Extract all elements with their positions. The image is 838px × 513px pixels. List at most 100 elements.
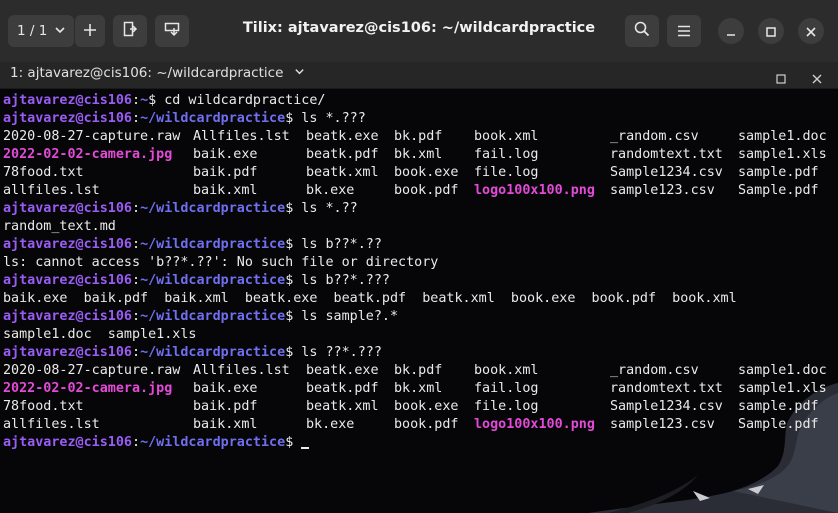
file-entry: bk.pdf bbox=[394, 129, 443, 144]
prompt-separator: : bbox=[132, 345, 141, 360]
terminal-cursor bbox=[301, 447, 310, 449]
listing-row: 2022-02-02-camera.jpg baik.exe beatk.pdf bk… bbox=[3, 380, 827, 398]
command-text: ls b??*.??? bbox=[293, 273, 390, 288]
output-text: random_text.md bbox=[3, 219, 116, 234]
chevron-down-icon bbox=[54, 24, 66, 40]
hamburger-menu-icon bbox=[677, 22, 691, 41]
search-icon bbox=[634, 21, 650, 41]
prompt-user: ajtavarez@cis106 bbox=[3, 237, 132, 252]
file-entry: 2022-02-02-camera.jpg bbox=[3, 381, 173, 396]
maximize-terminal-icon[interactable] bbox=[776, 69, 786, 88]
command-text: ls *.??? bbox=[293, 111, 366, 126]
prompt-symbol: $ bbox=[148, 93, 157, 108]
file-entry: book.pdf bbox=[394, 417, 459, 432]
add-terminal-button[interactable] bbox=[75, 15, 105, 47]
file-entry: bk.xml bbox=[394, 381, 443, 396]
search-button[interactable] bbox=[625, 15, 659, 47]
file-entry: allfiles.lst bbox=[3, 183, 100, 198]
prompt-line: ajtavarez@cis106:~/wildcardpractice$ ls … bbox=[3, 272, 737, 290]
file-entry: Allfiles.lst bbox=[193, 129, 290, 144]
output-text: ls: cannot access 'b??*.??': No such fil… bbox=[3, 255, 439, 270]
command-text: ls ??*.??? bbox=[293, 345, 382, 360]
file-entry: book.exe bbox=[394, 399, 459, 414]
file-entry: beatk.exe bbox=[306, 363, 379, 378]
file-entry: _random.csv bbox=[610, 363, 699, 378]
terminal-tab[interactable]: 1: ajtavarez@cis106: ~/wildcardpractice bbox=[10, 65, 305, 81]
prompt-separator: : bbox=[132, 93, 141, 108]
file-entry: baik.xml bbox=[193, 183, 258, 198]
prompt-path: ~ bbox=[140, 93, 149, 108]
file-entry: allfiles.lst bbox=[3, 417, 100, 432]
file-entry: bk.xml bbox=[394, 147, 443, 162]
file-entry: baik.pdf bbox=[193, 399, 258, 414]
prompt-path: ~/wildcardpractice bbox=[140, 309, 286, 324]
file-entry: fail.log bbox=[474, 381, 539, 396]
file-entry: 78food.txt bbox=[3, 399, 84, 414]
add-terminal-right-button[interactable] bbox=[113, 15, 147, 47]
minimize-button[interactable] bbox=[718, 18, 744, 44]
terminal-tab-label: 1: ajtavarez@cis106: ~/wildcardpractice bbox=[10, 65, 284, 81]
file-entry: sample.pdf bbox=[738, 399, 819, 414]
file-entry: Allfiles.lst bbox=[193, 363, 290, 378]
minimize-icon bbox=[726, 22, 736, 41]
maximize-icon bbox=[766, 22, 776, 41]
prompt-line: ajtavarez@cis106:~/wildcardpractice$ ls … bbox=[3, 236, 737, 254]
file-entry: bk.pdf bbox=[394, 363, 443, 378]
file-entry: book.xml bbox=[474, 129, 539, 144]
listing-row: 78food.txt baik.pdf beatk.xml book.exe file.… bbox=[3, 164, 819, 182]
file-entry: sample1.xls bbox=[738, 381, 827, 396]
prompt-path: ~/wildcardpractice bbox=[140, 111, 286, 126]
listing-row: 78food.txt baik.pdf beatk.xml book.exe file.… bbox=[3, 398, 819, 416]
prompt-separator: : bbox=[132, 435, 141, 450]
terminal-lines: ajtavarez@cis106:~$ cd wildcardpractice/… bbox=[3, 92, 827, 452]
file-entry: Sample.pdf bbox=[738, 417, 819, 432]
listing-row: 2020-08-27-capture.raw Allfiles.lst beatk.… bbox=[3, 128, 827, 146]
prompt-line: ajtavarez@cis106:~/wildcardpractice$ ls … bbox=[3, 200, 737, 218]
file-entry: 2020-08-27-capture.raw bbox=[3, 129, 181, 144]
file-entry: beatk.xml bbox=[306, 165, 379, 180]
prompt-path: ~/wildcardpractice bbox=[140, 435, 286, 450]
file-entry: 2020-08-27-capture.raw bbox=[3, 363, 181, 378]
terminal-output[interactable]: ajtavarez@cis106:~$ cd wildcardpractice/… bbox=[0, 89, 838, 513]
close-terminal-icon[interactable] bbox=[812, 69, 822, 88]
command-text: ls b??*.?? bbox=[293, 237, 382, 252]
prompt-separator: : bbox=[132, 237, 141, 252]
file-entry: sample.pdf bbox=[738, 165, 819, 180]
add-terminal-down-button[interactable] bbox=[155, 15, 189, 47]
title-bar: 1 / 1 Tilix: ajtavarez@cis106: ~/wildcar… bbox=[0, 0, 838, 62]
close-button[interactable] bbox=[798, 18, 824, 44]
menu-button[interactable] bbox=[667, 15, 701, 47]
file-entry: baik.xml bbox=[193, 417, 258, 432]
file-entry: baik.exe bbox=[193, 381, 258, 396]
prompt-line: ajtavarez@cis106:~/wildcardpractice$ ls … bbox=[3, 308, 737, 326]
file-entry: file.log bbox=[474, 399, 539, 414]
file-entry: bk.exe bbox=[306, 417, 355, 432]
command-text: ls sample?.* bbox=[293, 309, 399, 324]
file-entry: _random.csv bbox=[610, 129, 699, 144]
split-down-icon bbox=[164, 21, 180, 41]
file-entry: 78food.txt bbox=[3, 165, 84, 180]
prompt-separator: : bbox=[132, 309, 141, 324]
prompt-user: ajtavarez@cis106 bbox=[3, 93, 132, 108]
file-entry: baik.exe bbox=[193, 147, 258, 162]
output-line: sample1.doc sample1.xls bbox=[3, 326, 737, 344]
file-entry: beatk.exe bbox=[306, 129, 379, 144]
prompt-path: ~/wildcardpractice bbox=[140, 345, 286, 360]
prompt-user: ajtavarez@cis106 bbox=[3, 435, 132, 450]
output-line: random_text.md bbox=[3, 218, 737, 236]
prompt-line: ajtavarez@cis106:~$ cd wildcardpractice/ bbox=[3, 92, 737, 110]
chevron-down-icon[interactable] bbox=[294, 65, 305, 81]
terminal-tab-bar: 1: ajtavarez@cis106: ~/wildcardpractice bbox=[0, 62, 838, 89]
file-entry: randomtext.txt bbox=[610, 147, 723, 162]
prompt-path: ~/wildcardpractice bbox=[140, 237, 286, 252]
prompt-user: ajtavarez@cis106 bbox=[3, 309, 132, 324]
prompt-separator: : bbox=[132, 273, 141, 288]
maximize-button[interactable] bbox=[758, 18, 784, 44]
file-entry: 2022-02-02-camera.jpg bbox=[3, 147, 173, 162]
file-entry: book.exe bbox=[394, 165, 459, 180]
file-entry: Sample.pdf bbox=[738, 183, 819, 198]
output-text: sample1.doc sample1.xls bbox=[3, 327, 197, 342]
session-switcher-button[interactable]: 1 / 1 bbox=[8, 15, 74, 47]
listing-row: allfiles.lst baik.xml bk.exe book.pdf logo10… bbox=[3, 416, 819, 434]
file-entry: randomtext.txt bbox=[610, 381, 723, 396]
